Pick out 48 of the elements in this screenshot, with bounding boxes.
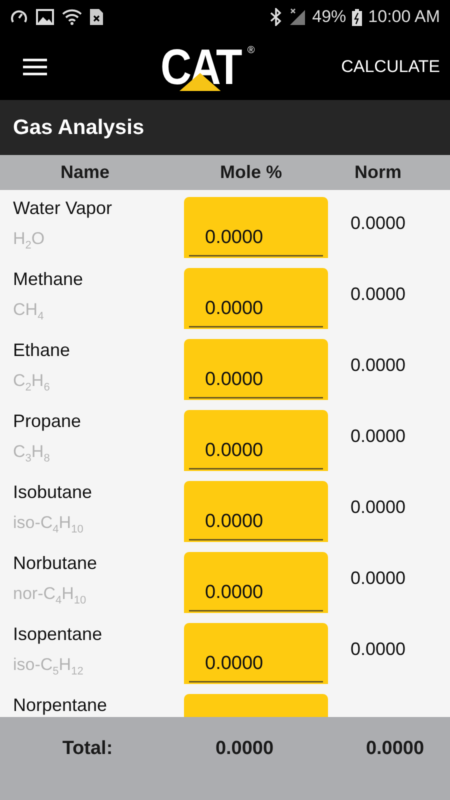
mole-total: 0.0000 (214, 738, 275, 760)
gas-formula: iso-C$_{5}$H$_{12}$ (13, 655, 84, 680)
norm-value: 0.0000 (349, 567, 407, 589)
total-label: Total: (61, 738, 114, 760)
gas-name: Norpentane (13, 695, 108, 715)
column-header: Name (59, 162, 111, 183)
gas-name: Methane (13, 269, 84, 289)
gas-name: Propane (13, 411, 82, 431)
image-icon (36, 9, 54, 25)
sim-card-icon (90, 9, 103, 25)
brand-logo: CAT (160, 43, 241, 91)
gas-name: Isobutane (13, 482, 94, 502)
registered-mark: ® (247, 45, 255, 56)
gas-name: Ethane (13, 340, 72, 360)
gas-formula: C$_{2}$H$_{6}$ (13, 371, 51, 396)
gas-formula: H$_{2}$O (13, 229, 46, 254)
battery-icon (352, 8, 362, 26)
bluetooth-icon (270, 8, 282, 26)
mole-field[interactable]: 0.0000 (184, 339, 328, 400)
norm-value: 0.0000 (349, 212, 407, 234)
gas-formula: nor-C$_{4}$H$_{10}$ (13, 584, 88, 608)
norm-value: 0.0000 (349, 496, 407, 518)
column-header: Norm (353, 162, 402, 183)
mole-field[interactable]: 0.0000 (184, 268, 328, 329)
norm-total: 0.0000 (364, 738, 426, 760)
norm-value: 0.0000 (349, 425, 407, 447)
gas-name: Norbutane (13, 553, 98, 573)
mole-field[interactable]: 0.0000 (184, 410, 328, 471)
norm-value: 0.0000 (349, 638, 407, 660)
mole-field[interactable]: 0.0000 (184, 552, 328, 613)
norm-value: 0.0000 (349, 283, 407, 305)
menu-button[interactable] (22, 57, 48, 77)
signal-icon (288, 8, 306, 26)
column-header: Mole % (218, 162, 283, 183)
gas-name: Water Vapor (13, 198, 114, 218)
wifi-icon (62, 9, 82, 25)
mole-field[interactable]: 0.0000 (184, 197, 328, 258)
gas-formula: C$_{3}$H$_{8}$ (13, 442, 51, 466)
clock-time: 10:00 AM (368, 7, 440, 27)
gas-name: Isopentane (13, 624, 104, 644)
calculate-button[interactable]: CALCULATE (341, 51, 440, 83)
mole-field[interactable]: 0.0000 (184, 481, 328, 542)
gas-formula: iso-C$_{4}$H$_{10}$ (13, 513, 84, 538)
section-title: Gas Analysis (13, 116, 144, 140)
gas-formula: CH$_{4}$ (13, 300, 45, 324)
norm-value: 0.0000 (349, 354, 407, 376)
battery-percent: 49% (312, 7, 346, 27)
mole-field[interactable]: 0.0000 (184, 623, 328, 684)
